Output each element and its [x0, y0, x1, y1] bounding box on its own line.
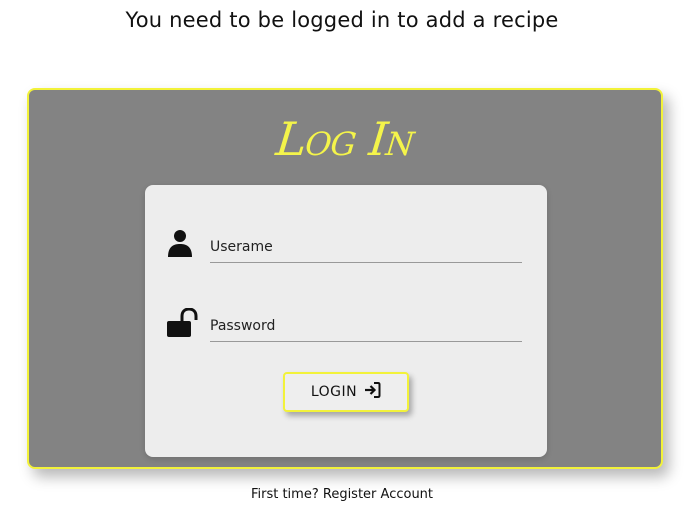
footer: First time? Register Account — [0, 487, 684, 502]
login-button-label: LOGIN — [310, 384, 358, 400]
sign-in-icon — [363, 381, 381, 403]
login-panel: Log In LOGIN — [27, 88, 663, 469]
login-button[interactable]: LOGIN — [283, 372, 409, 412]
password-input[interactable] — [210, 310, 522, 342]
footer-prompt: First time? — [250, 487, 319, 502]
login-form-card: LOGIN — [145, 185, 547, 457]
user-icon — [167, 229, 195, 257]
unlock-icon — [167, 307, 198, 337]
register-account-link[interactable]: Register Account — [323, 487, 433, 502]
password-field-row — [167, 306, 523, 346]
username-field-row — [167, 227, 523, 267]
username-input[interactable] — [210, 231, 522, 263]
login-heading: Log In — [273, 112, 417, 166]
page-title: You need to be logged in to add a recipe — [125, 8, 559, 32]
